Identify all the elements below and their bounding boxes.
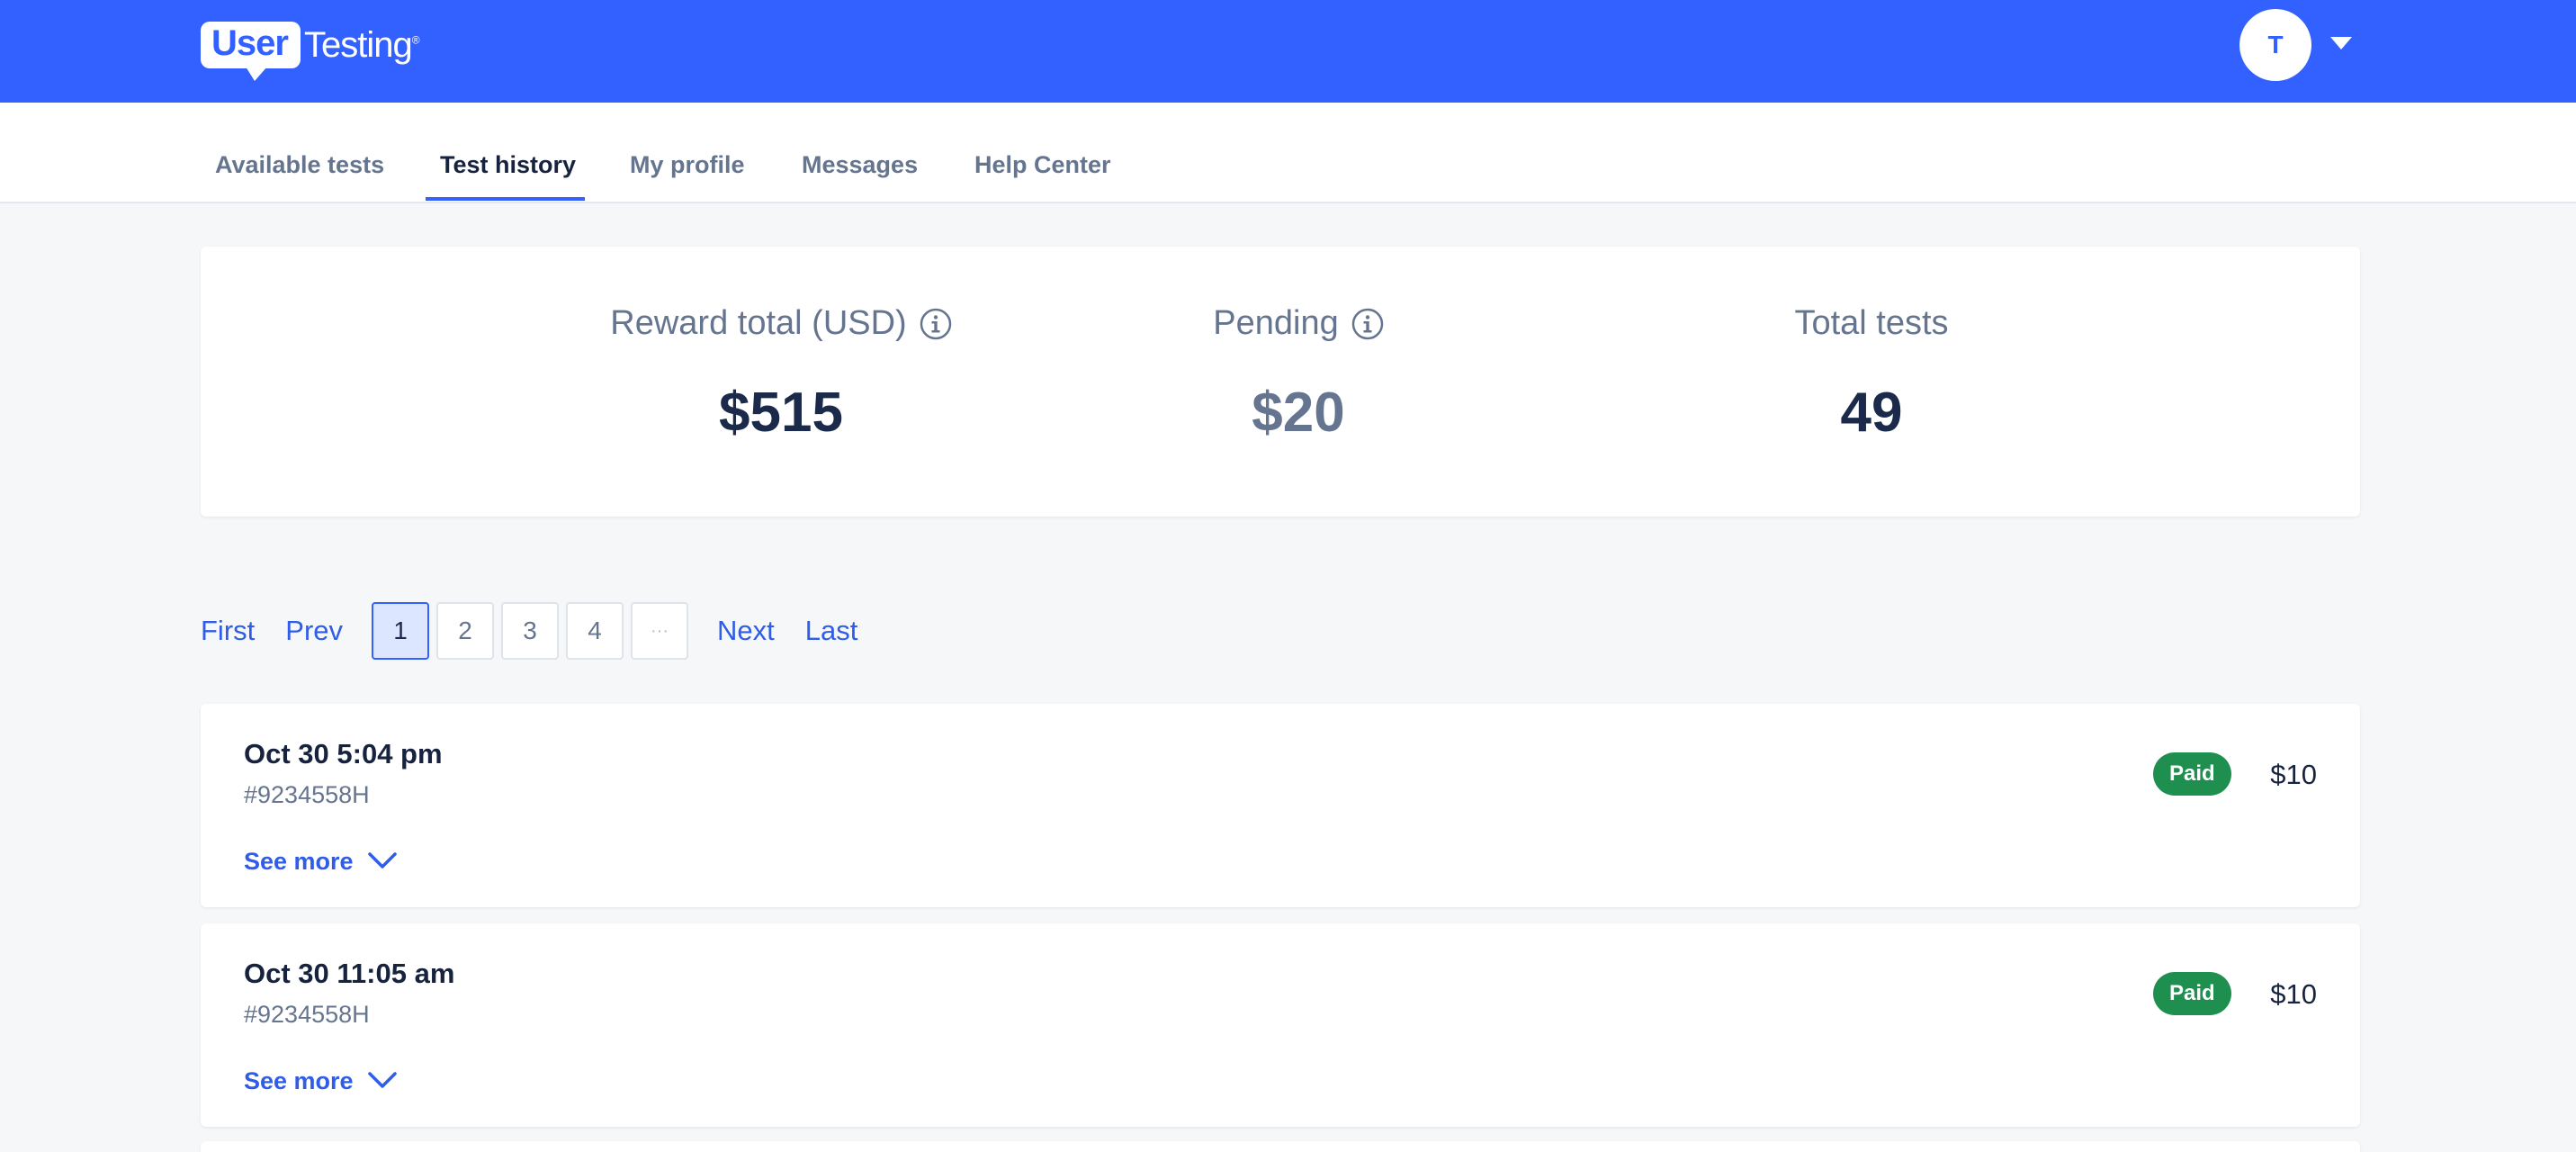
- pending-label-row: Pending: [1100, 304, 1496, 343]
- reward-amount: $10: [2270, 759, 2317, 790]
- reward-amount: $10: [2270, 978, 2317, 1010]
- see-more-button[interactable]: See more: [244, 1067, 397, 1095]
- logo-testing-text: Testing®: [303, 24, 420, 65]
- first-page-link[interactable]: First: [201, 615, 255, 647]
- active-tab-indicator: [426, 197, 585, 201]
- test-date: Oct 30 5:04 pm: [244, 738, 443, 770]
- test-id: #9234558H: [244, 1001, 370, 1028]
- reward-total-label-row: Reward total (USD): [556, 304, 1006, 343]
- test-date: Oct 30 11:05 am: [244, 958, 455, 989]
- tab-my-profile[interactable]: My profile: [630, 151, 745, 179]
- pagination: First Prev 1 2 3 4 ··· Next Last: [201, 601, 857, 661]
- pending-value: $20: [1252, 382, 1345, 444]
- test-id: #9234558H: [244, 781, 370, 808]
- test-history-row: [201, 1141, 2360, 1152]
- usertesting-logo[interactable]: User Testing®: [201, 16, 420, 81]
- page-button-1[interactable]: 1: [372, 602, 430, 660]
- tab-available-tests[interactable]: Available tests: [215, 151, 384, 179]
- info-icon[interactable]: [1351, 308, 1384, 340]
- see-more-label: See more: [244, 848, 354, 875]
- status-badge: Paid: [2153, 752, 2231, 796]
- chevron-down-icon[interactable]: [2329, 31, 2354, 56]
- rewards-summary-card: Reward total (USD) $515 Pending $20 Tota…: [201, 247, 2360, 517]
- see-more-label: See more: [244, 1067, 354, 1094]
- tab-help-center[interactable]: Help Center: [974, 151, 1111, 179]
- test-history-row: Oct 30 11:05 am #9234558H See more Paid …: [201, 923, 2360, 1127]
- top-header: User Testing® T: [0, 0, 2576, 103]
- tab-test-history[interactable]: Test history: [440, 151, 576, 179]
- test-history-row: Oct 30 5:04 pm #9234558H See more Paid $…: [201, 704, 2360, 907]
- reward-total-stat: Reward total (USD) $515: [556, 304, 1006, 445]
- reward-total-value: $515: [719, 382, 843, 444]
- reward-total-label: Reward total (USD): [610, 304, 907, 342]
- last-page-link[interactable]: Last: [805, 615, 858, 647]
- chevron-down-icon: [367, 848, 397, 876]
- page-button-2[interactable]: 2: [436, 602, 495, 660]
- page-ellipsis[interactable]: ···: [631, 602, 689, 660]
- status-badge: Paid: [2153, 972, 2231, 1015]
- pending-label: Pending: [1213, 304, 1339, 342]
- nav-tabs: Available tests Test history My profile …: [0, 103, 2576, 203]
- page-button-4[interactable]: 4: [566, 602, 624, 660]
- total-tests-label-row: Total tests: [1692, 304, 2051, 343]
- prev-page-link[interactable]: Prev: [285, 615, 343, 647]
- see-more-button[interactable]: See more: [244, 848, 397, 876]
- page-button-3[interactable]: 3: [501, 602, 560, 660]
- next-page-link[interactable]: Next: [717, 615, 775, 647]
- avatar[interactable]: T: [2239, 9, 2311, 81]
- total-tests-label: Total tests: [1794, 304, 1949, 342]
- total-tests-value: 49: [1840, 382, 1903, 444]
- logo-user-bubble: User: [201, 22, 301, 81]
- chevron-down-icon: [367, 1067, 397, 1095]
- tab-messages[interactable]: Messages: [802, 151, 918, 179]
- info-icon[interactable]: [920, 308, 952, 340]
- pending-stat: Pending $20: [1100, 304, 1496, 445]
- total-tests-stat: Total tests 49: [1692, 304, 2051, 445]
